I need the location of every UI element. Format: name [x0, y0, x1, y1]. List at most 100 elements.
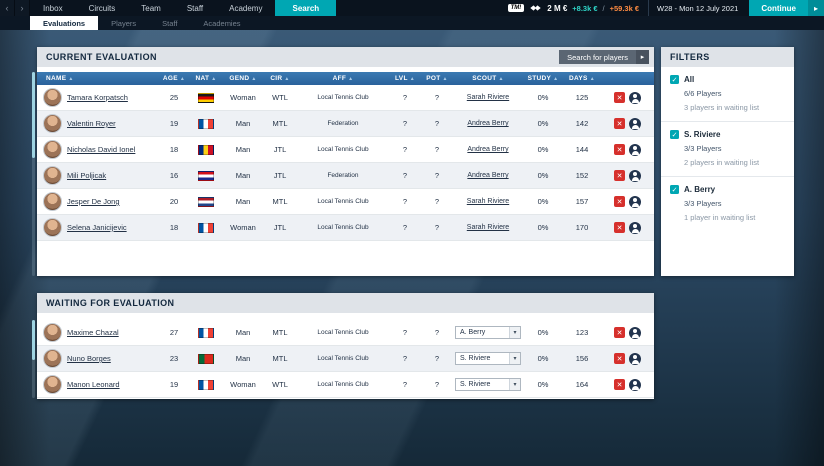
table-row[interactable]: Mili Poljicak 16 Man JTL Federation ? ? …: [37, 163, 654, 189]
table-row[interactable]: Tamara Korpatsch 25 Woman WTL Local Tenn…: [37, 85, 654, 111]
nationality-flag: [198, 379, 214, 390]
player-profile-button[interactable]: [629, 117, 641, 130]
table-row[interactable]: Manon Leonard 19 Woman WTL Local Tennis …: [37, 372, 654, 398]
scout-name-link[interactable]: Sarah Riviere: [453, 94, 523, 101]
remove-player-button[interactable]: ✕: [614, 170, 625, 181]
history-back-button[interactable]: ‹: [0, 0, 15, 16]
column-header-pot[interactable]: POT ▲: [421, 75, 453, 82]
player-name-link[interactable]: Nuno Borges: [67, 354, 159, 363]
vertical-scrollbar[interactable]: [32, 320, 35, 398]
table-row[interactable]: Valentin Royer 19 Man MTL Federation ? ?…: [37, 111, 654, 137]
player-gender: Man: [235, 328, 251, 337]
remove-player-button[interactable]: ✕: [614, 92, 625, 103]
remove-player-button[interactable]: ✕: [614, 144, 625, 155]
column-header-lvl[interactable]: LVL ▲: [389, 75, 421, 82]
waiting-evaluation-rows: Maxime Chazal 27 Man MTL Local Tennis Cl…: [37, 320, 654, 398]
player-profile-button[interactable]: [629, 143, 641, 156]
table-row[interactable]: Nicholas David Ionel 18 Man JTL Local Te…: [37, 137, 654, 163]
player-profile-button[interactable]: [629, 91, 641, 104]
player-potential: ?: [434, 171, 440, 180]
nav-inbox[interactable]: Inbox: [30, 0, 76, 16]
continue-button[interactable]: Continue ▸: [749, 0, 824, 16]
scout-name-link[interactable]: Sarah Riviere: [453, 198, 523, 205]
filter-item-s-riviere[interactable]: ✓ S. Riviere 3/3 Players 2 players in wa…: [661, 122, 794, 177]
filter-item-a-berry[interactable]: ✓ A. Berry 3/3 Players 1 player in waiti…: [661, 177, 794, 231]
table-row[interactable]: Selena Janicijevic 18 Woman JTL Local Te…: [37, 215, 654, 241]
tab-evaluations[interactable]: Evaluations: [30, 16, 99, 30]
player-potential: ?: [434, 145, 440, 154]
scout-select[interactable]: S. Riviere ▾: [455, 352, 521, 365]
sort-asc-icon: ▲: [442, 75, 448, 82]
player-name-link[interactable]: Maxime Chazal: [67, 328, 159, 337]
column-header-aff[interactable]: AFF ▲: [297, 75, 389, 82]
nav-search[interactable]: Search: [275, 0, 337, 16]
player-affiliation: Local Tennis Club: [317, 381, 369, 388]
scout-select[interactable]: A. Berry ▾: [455, 326, 521, 339]
player-name-link[interactable]: Jesper De Jong: [67, 197, 159, 206]
tab-academies[interactable]: Academies: [190, 16, 253, 30]
table-row[interactable]: Maxime Chazal 27 Man MTL Local Tennis Cl…: [37, 320, 654, 346]
player-name-link[interactable]: Manon Leonard: [67, 380, 159, 389]
scout-name-link[interactable]: Sarah Riviere: [453, 224, 523, 231]
vertical-scrollbar[interactable]: [32, 72, 35, 276]
filter-checkbox[interactable]: ✓: [670, 130, 679, 139]
remove-player-button[interactable]: ✕: [614, 222, 625, 233]
scout-name-link[interactable]: Andrea Berry: [453, 120, 523, 127]
player-gender: Woman: [230, 93, 256, 102]
table-row[interactable]: Jesper De Jong 20 Man MTL Local Tennis C…: [37, 189, 654, 215]
player-profile-button[interactable]: [629, 326, 641, 339]
scout-select[interactable]: S. Riviere ▾: [455, 378, 521, 391]
nav-academy[interactable]: Academy: [216, 0, 275, 16]
remove-player-button[interactable]: ✕: [614, 327, 625, 338]
player-name-link[interactable]: Tamara Korpatsch: [67, 93, 159, 102]
player-name-link[interactable]: Nicholas David Ionel: [67, 145, 159, 154]
column-header-cir[interactable]: CIR ▲: [263, 75, 297, 82]
column-header-age[interactable]: AGE ▲: [159, 75, 189, 82]
filter-checkbox[interactable]: ✓: [670, 75, 679, 84]
column-header-scout[interactable]: SCOUT ▲: [453, 75, 523, 82]
sort-asc-icon: ▲: [179, 75, 186, 82]
player-name-link[interactable]: Selena Janicijevic: [67, 223, 159, 232]
nav-team[interactable]: Team: [128, 0, 174, 16]
scout-name-link[interactable]: Andrea Berry: [453, 172, 523, 179]
filter-players-count: 3/3 Players: [684, 199, 722, 208]
player-name-link[interactable]: Mili Poljicak: [67, 171, 159, 180]
player-profile-button[interactable]: [629, 221, 641, 234]
player-gender: Man: [235, 171, 251, 180]
chevron-down-icon: ▾: [509, 379, 520, 390]
remove-player-button[interactable]: ✕: [614, 353, 625, 364]
nationality-flag: [198, 222, 214, 233]
column-header-name[interactable]: NAME ▲: [37, 75, 159, 82]
top-bar: ‹ › Inbox Circuits Team Staff Academy Se…: [0, 0, 824, 16]
remove-player-button[interactable]: ✕: [614, 196, 625, 207]
player-profile-button[interactable]: [629, 169, 641, 182]
player-level: ?: [402, 119, 408, 128]
column-header-study[interactable]: STUDY ▲: [523, 75, 563, 82]
scout-name-link[interactable]: Andrea Berry: [453, 146, 523, 153]
filter-checkbox[interactable]: ✓: [670, 185, 679, 194]
tab-players[interactable]: Players: [98, 16, 149, 30]
column-header-days[interactable]: DAYS ▲: [563, 75, 601, 82]
current-evaluation-header: CURRENT EVALUATION Search for players ▸: [37, 47, 654, 67]
nav-staff[interactable]: Staff: [174, 0, 216, 16]
nationality-flag: [198, 353, 214, 364]
row-actions: ✕: [601, 221, 654, 234]
filter-item-all[interactable]: ✓ All 6/6 Players 3 players in waiting l…: [661, 67, 794, 122]
player-profile-button[interactable]: [629, 195, 641, 208]
player-profile-button[interactable]: [629, 352, 641, 365]
player-profile-button[interactable]: [629, 378, 641, 391]
remove-player-button[interactable]: ✕: [614, 379, 625, 390]
column-header-nat[interactable]: NAT ▲: [189, 75, 223, 82]
search-for-players-button[interactable]: Search for players ▸: [559, 50, 649, 64]
player-affiliation: Local Tennis Club: [317, 94, 369, 101]
nav-circuits[interactable]: Circuits: [76, 0, 129, 16]
table-row[interactable]: Nuno Borges 23 Man MTL Local Tennis Club…: [37, 346, 654, 372]
column-header-gend[interactable]: GEND ▲: [223, 75, 263, 82]
panel-title: FILTERS: [670, 52, 710, 62]
tab-staff[interactable]: Staff: [149, 16, 190, 30]
column-label: NAME: [46, 75, 67, 82]
continue-arrow-icon: ▸: [808, 0, 824, 16]
history-forward-button[interactable]: ›: [15, 0, 30, 16]
player-name-link[interactable]: Valentin Royer: [67, 119, 159, 128]
remove-player-button[interactable]: ✕: [614, 118, 625, 129]
